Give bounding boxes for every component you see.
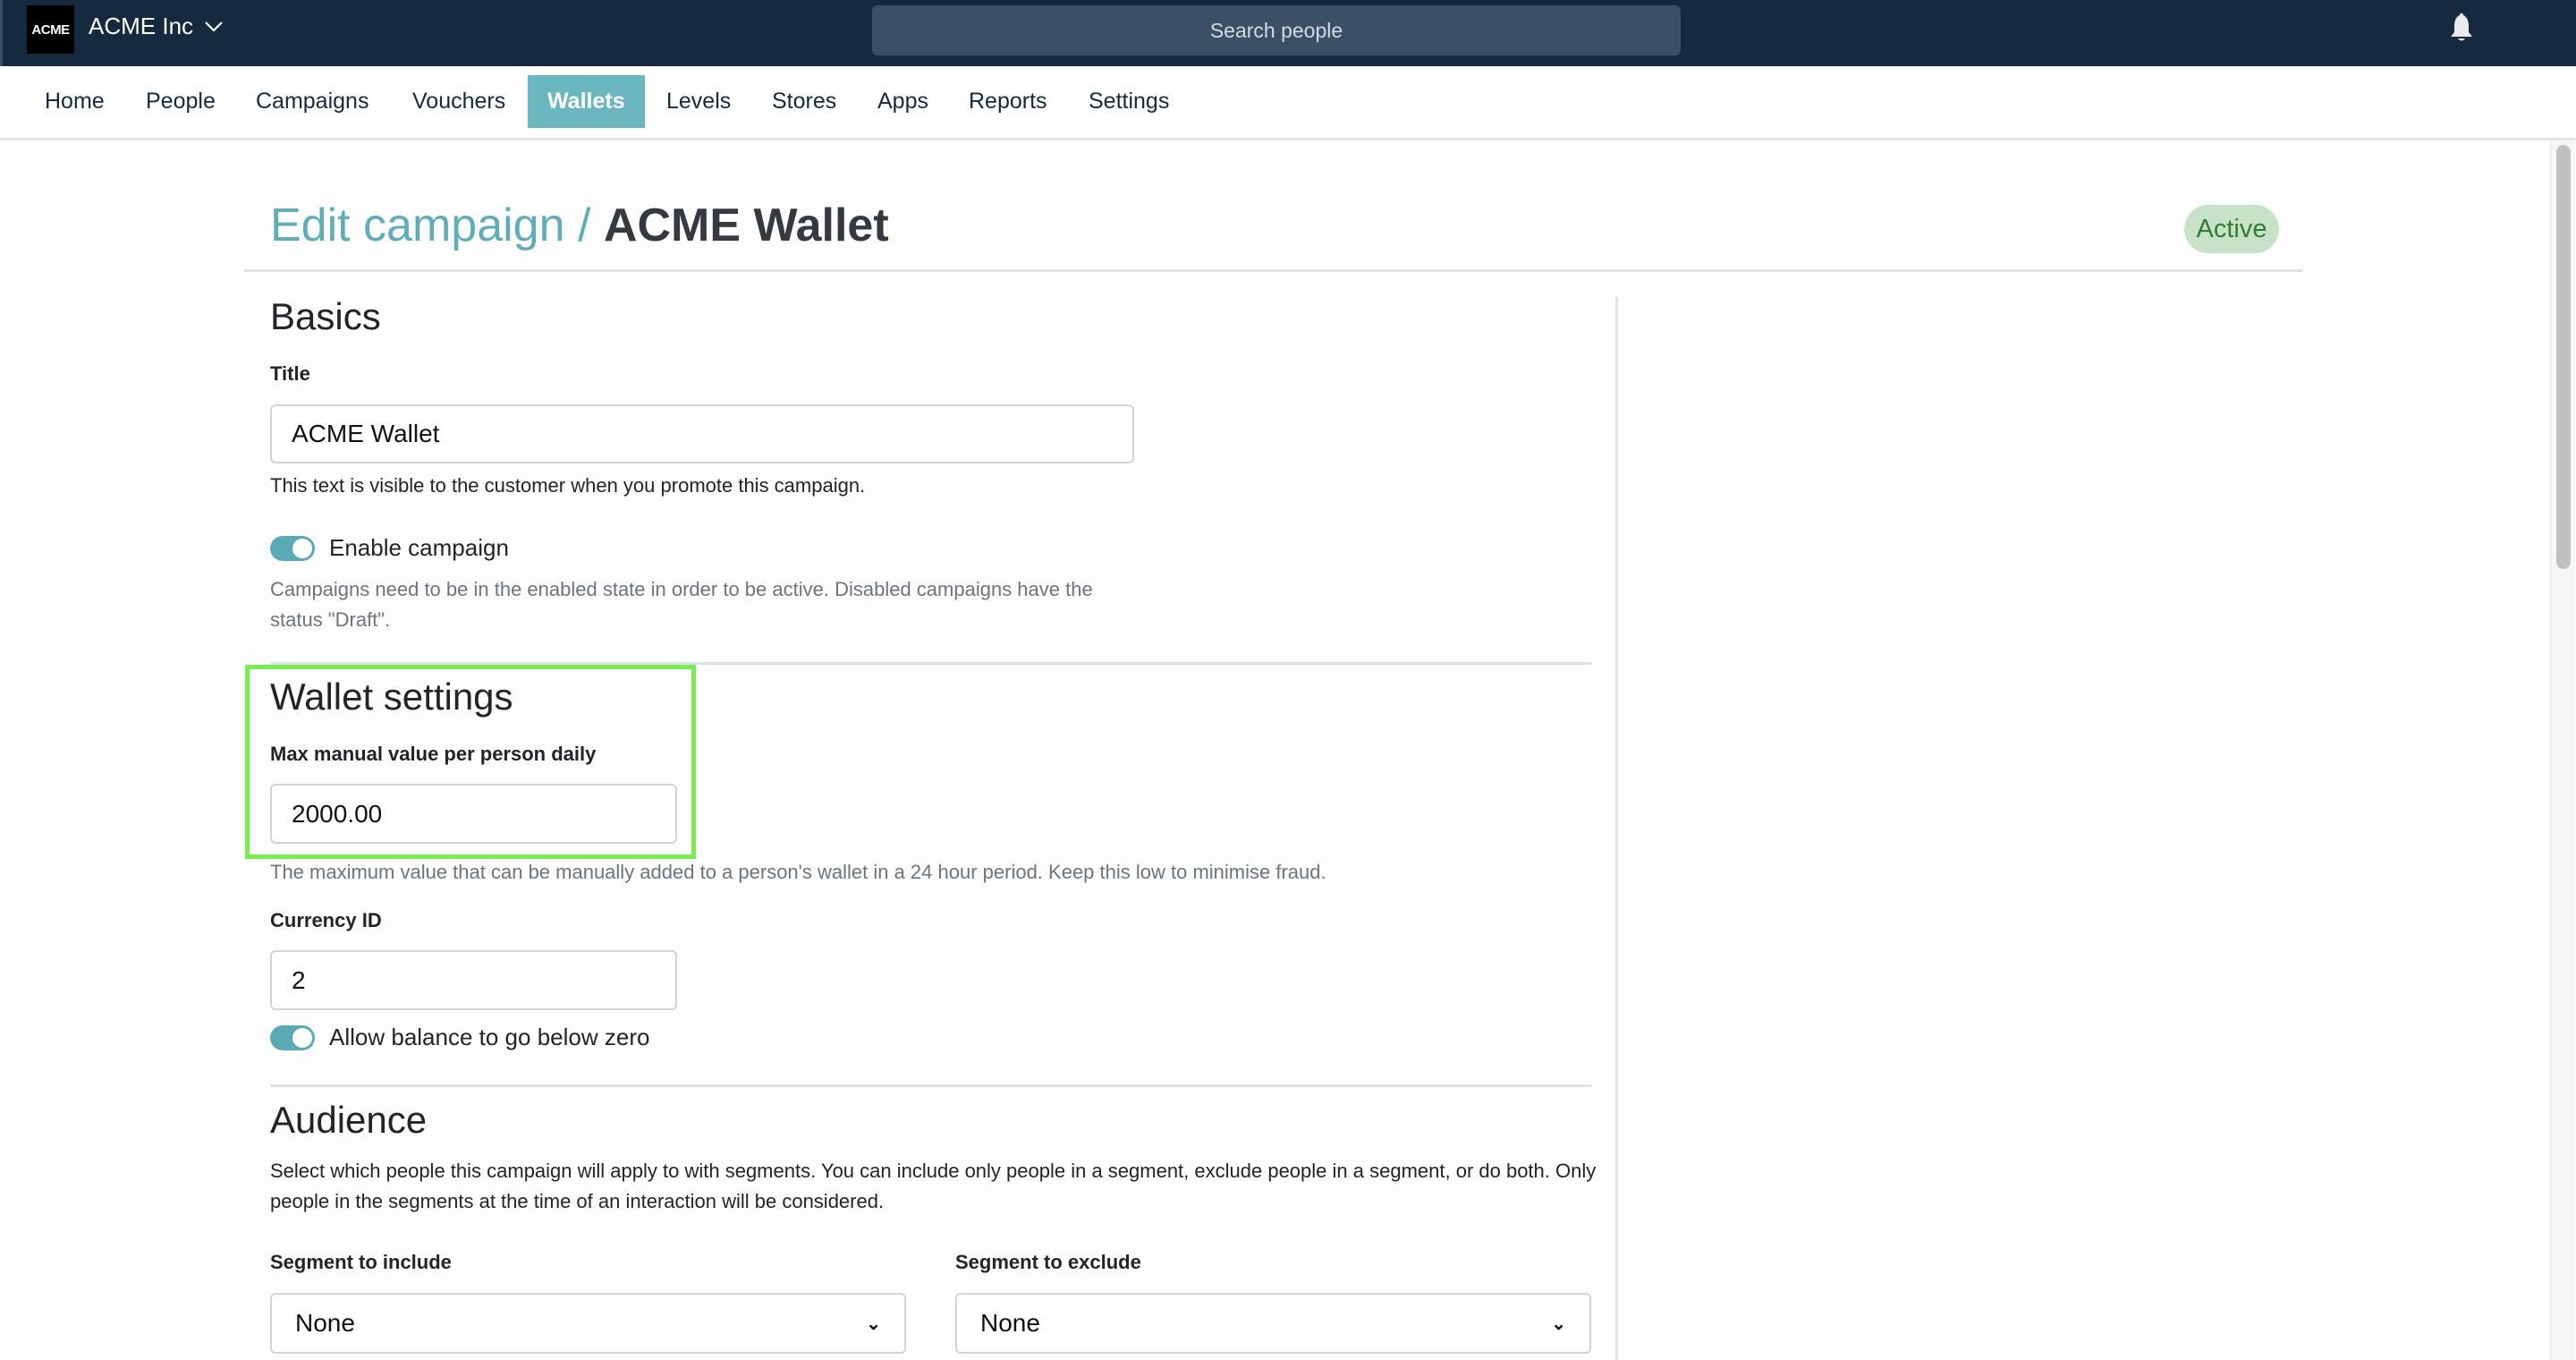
audience-heading: Audience — [270, 1099, 428, 1141]
basics-heading: Basics — [270, 295, 381, 337]
window-edge — [0, 0, 3, 66]
nav-campaigns[interactable]: Campaigns — [236, 75, 388, 128]
title-input[interactable] — [270, 404, 1134, 463]
breadcrumb-separator: / — [577, 200, 591, 251]
section-divider — [270, 662, 1592, 665]
chevron-down-icon — [205, 21, 223, 32]
top-header: ACME ACME Inc — [0, 0, 2576, 66]
section-divider — [270, 1084, 1592, 1087]
nav-levels[interactable]: Levels — [647, 75, 750, 128]
bell-icon[interactable] — [2449, 13, 2474, 43]
breadcrumb-edit-campaign[interactable]: Edit campaign — [270, 200, 565, 251]
nav-stores[interactable]: Stores — [752, 75, 856, 128]
nav-apps[interactable]: Apps — [858, 75, 948, 128]
max-value-help: The maximum value that can be manually a… — [270, 861, 1326, 883]
main-nav: Home People Campaigns Vouchers Wallets L… — [0, 66, 2576, 140]
allow-negative-label: Allow balance to go below zero — [329, 1024, 650, 1050]
acme-logo[interactable]: ACME — [27, 5, 74, 54]
org-switcher[interactable]: ACME Inc — [89, 13, 224, 40]
column-divider — [1615, 297, 1618, 1360]
search-people-input[interactable] — [872, 5, 1681, 55]
nav-reports[interactable]: Reports — [949, 75, 1067, 128]
segment-include-value: None — [295, 1309, 355, 1337]
currency-id-input[interactable] — [270, 950, 677, 1010]
nav-settings[interactable]: Settings — [1069, 75, 1189, 128]
nav-vouchers[interactable]: Vouchers — [393, 75, 525, 128]
nav-wallets[interactable]: Wallets — [528, 75, 645, 128]
segment-include-select[interactable]: None ⌄ — [270, 1293, 906, 1354]
page-title: Edit campaign / ACME Wallet — [270, 199, 889, 252]
enable-campaign-label: Enable campaign — [329, 534, 509, 561]
segment-include-label: Segment to include — [270, 1251, 452, 1273]
scrollbar-thumb[interactable] — [2556, 145, 2571, 569]
nav-home[interactable]: Home — [25, 75, 124, 128]
max-value-label: Max manual value per person daily — [270, 743, 597, 765]
max-value-input[interactable] — [270, 784, 677, 844]
nav-people[interactable]: People — [126, 75, 235, 128]
title-help: This text is visible to the customer whe… — [270, 474, 866, 497]
chevron-down-icon: ⌄ — [866, 1313, 881, 1334]
currency-id-label: Currency ID — [270, 909, 382, 931]
page-scrollbar[interactable] — [2550, 140, 2575, 1360]
status-badge: Active — [2184, 205, 2279, 253]
chevron-down-icon: ⌄ — [1551, 1313, 1566, 1334]
enable-help: Campaigns need to be in the enabled stat… — [270, 578, 1093, 631]
segment-exclude-value: None — [980, 1309, 1040, 1337]
campaign-name: ACME Wallet — [603, 200, 889, 251]
org-name: ACME Inc — [89, 13, 194, 39]
enable-campaign-toggle[interactable]: Enable campaign — [270, 534, 509, 562]
title-label: Title — [270, 362, 310, 385]
wallet-settings-heading: Wallet settings — [270, 676, 513, 718]
title-divider — [244, 269, 2303, 272]
segment-exclude-label: Segment to exclude — [955, 1251, 1141, 1273]
segment-exclude-select[interactable]: None ⌄ — [955, 1293, 1591, 1354]
allow-negative-toggle[interactable]: Allow balance to go below zero — [270, 1024, 649, 1051]
toggle-switch[interactable] — [270, 1024, 315, 1050]
audience-description: Select which people this campaign will a… — [270, 1160, 1597, 1212]
toggle-switch[interactable] — [270, 535, 315, 561]
